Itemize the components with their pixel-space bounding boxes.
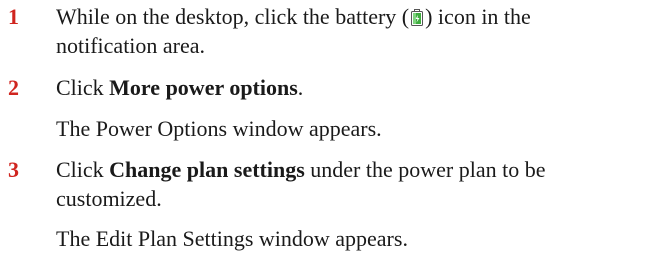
- step-text-part: .: [297, 75, 304, 100]
- step-text: Click Change plan settings under the pow…: [56, 155, 636, 213]
- step-2-result-note: The Power Options window appears.: [56, 116, 382, 141]
- step-number: 3: [8, 157, 19, 182]
- ui-label-change-plan-settings: Change plan settings: [109, 157, 305, 182]
- step-number: 1: [8, 4, 19, 29]
- battery-icon: [411, 9, 424, 26]
- step-3-result-note: The Edit Plan Settings window appears.: [56, 226, 408, 251]
- instruction-document: 1 While on the desktop, click the batter…: [0, 0, 646, 262]
- step-text: While on the desktop, click the battery …: [56, 2, 636, 60]
- step-number: 2: [8, 75, 19, 100]
- step-text-part: Click: [56, 157, 110, 182]
- step-text: Click More power options.: [56, 73, 636, 102]
- ui-label-more-power-options: More power options: [109, 75, 298, 100]
- step-text-part: Click: [56, 75, 110, 100]
- step-text-part: While on the desktop, click the battery …: [56, 4, 410, 29]
